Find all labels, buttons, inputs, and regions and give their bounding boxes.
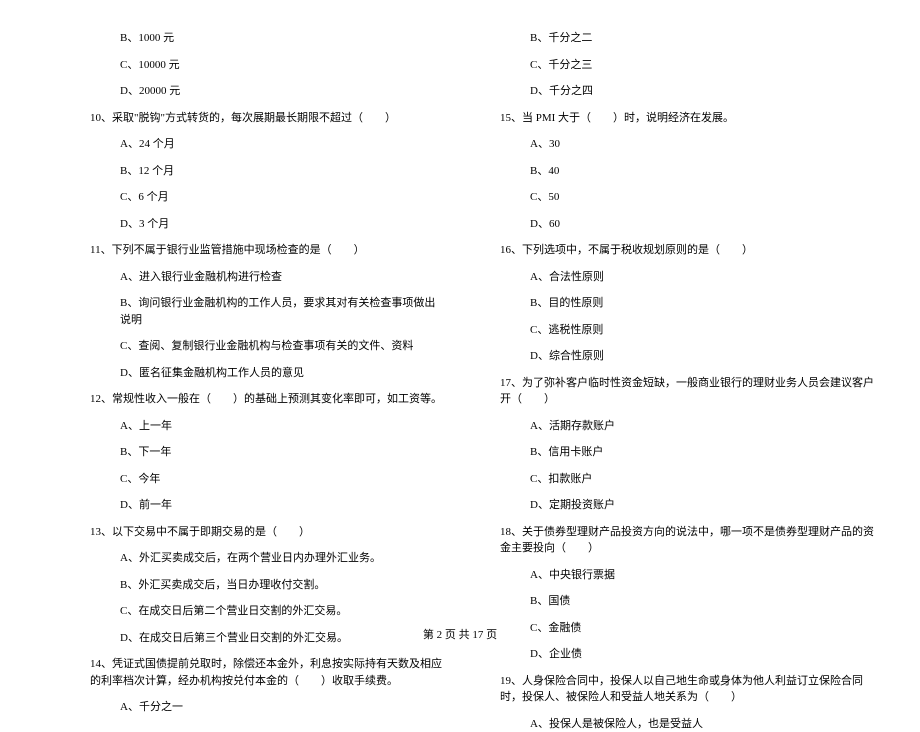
q11-stem: 11、下列不属于银行业监管措施中现场检查的是（ ） xyxy=(90,242,445,259)
q16-option-d: D、综合性原则 xyxy=(500,348,880,365)
q17-option-b: B、信用卡账户 xyxy=(500,444,880,461)
page-footer: 第 2 页 共 17 页 xyxy=(0,626,920,642)
left-column: B、1000 元 C、10000 元 D、20000 元 10、采取"脱钩"方式… xyxy=(10,30,460,610)
q15-option-b: B、40 xyxy=(500,163,880,180)
q18-option-b: B、国债 xyxy=(500,593,880,610)
q14-stem: 14、凭证式国债提前兑取时，除偿还本金外，利息按实际持有天数及相应的利率档次计算… xyxy=(90,656,445,689)
q10-option-c: C、6 个月 xyxy=(90,189,445,206)
q17-option-d: D、定期投资账户 xyxy=(500,497,880,514)
q19-stem: 19、人身保险合同中，投保人以自己地生命或身体为他人利益订立保险合同时，投保人、… xyxy=(500,673,880,706)
q17-stem: 17、为了弥补客户临时性资金短缺，一般商业银行的理财业务人员会建议客户开（ ） xyxy=(500,375,880,408)
q12-option-a: A、上一年 xyxy=(90,418,445,435)
q13-stem: 13、以下交易中不属于即期交易的是（ ） xyxy=(90,524,445,541)
q17-option-a: A、活期存款账户 xyxy=(500,418,880,435)
q12-option-c: C、今年 xyxy=(90,471,445,488)
q18-option-a: A、中央银行票据 xyxy=(500,567,880,584)
q13-option-a: A、外汇买卖成交后，在两个营业日内办理外汇业务。 xyxy=(90,550,445,567)
q16-option-b: B、目的性原则 xyxy=(500,295,880,312)
q16-option-a: A、合法性原则 xyxy=(500,269,880,286)
q9-option-c: C、10000 元 xyxy=(90,57,445,74)
page-content: B、1000 元 C、10000 元 D、20000 元 10、采取"脱钩"方式… xyxy=(0,0,920,610)
q19-option-a: A、投保人是被保险人，也是受益人 xyxy=(500,716,880,732)
q14-option-b: B、千分之二 xyxy=(500,30,880,47)
q11-option-d: D、匿名征集金融机构工作人员的意见 xyxy=(90,365,445,382)
q12-stem: 12、常规性收入一般在（ ）的基础上预测其变化率即可，如工资等。 xyxy=(90,391,445,408)
q9-option-b: B、1000 元 xyxy=(90,30,445,47)
q14-option-c: C、千分之三 xyxy=(500,57,880,74)
q11-option-a: A、进入银行业金融机构进行检查 xyxy=(90,269,445,286)
q15-option-a: A、30 xyxy=(500,136,880,153)
q14-option-d: D、千分之四 xyxy=(500,83,880,100)
q10-option-a: A、24 个月 xyxy=(90,136,445,153)
q13-option-b: B、外汇买卖成交后，当日办理收付交割。 xyxy=(90,577,445,594)
q14-option-a: A、千分之一 xyxy=(90,699,445,716)
q10-option-d: D、3 个月 xyxy=(90,216,445,233)
q18-option-d: D、企业债 xyxy=(500,646,880,663)
right-column: B、千分之二 C、千分之三 D、千分之四 15、当 PMI 大于（ ）时，说明经… xyxy=(460,30,910,610)
q9-option-d: D、20000 元 xyxy=(90,83,445,100)
q15-option-d: D、60 xyxy=(500,216,880,233)
q12-option-b: B、下一年 xyxy=(90,444,445,461)
q16-option-c: C、逃税性原则 xyxy=(500,322,880,339)
q18-stem: 18、关于债券型理财产品投资方向的说法中，哪一项不是债券型理财产品的资金主要投向… xyxy=(500,524,880,557)
q11-option-b: B、询问银行业金融机构的工作人员，要求其对有关检查事项做出说明 xyxy=(90,295,445,328)
q16-stem: 16、下列选项中，不属于税收规划原则的是（ ） xyxy=(500,242,880,259)
q12-option-d: D、前一年 xyxy=(90,497,445,514)
q13-option-c: C、在成交日后第二个营业日交割的外汇交易。 xyxy=(90,603,445,620)
q17-option-c: C、扣款账户 xyxy=(500,471,880,488)
q11-option-c: C、查阅、复制银行业金融机构与检查事项有关的文件、资料 xyxy=(90,338,445,355)
q10-option-b: B、12 个月 xyxy=(90,163,445,180)
q10-stem: 10、采取"脱钩"方式转货的，每次展期最长期限不超过（ ） xyxy=(90,110,445,127)
q15-stem: 15、当 PMI 大于（ ）时，说明经济在发展。 xyxy=(500,110,880,127)
q15-option-c: C、50 xyxy=(500,189,880,206)
